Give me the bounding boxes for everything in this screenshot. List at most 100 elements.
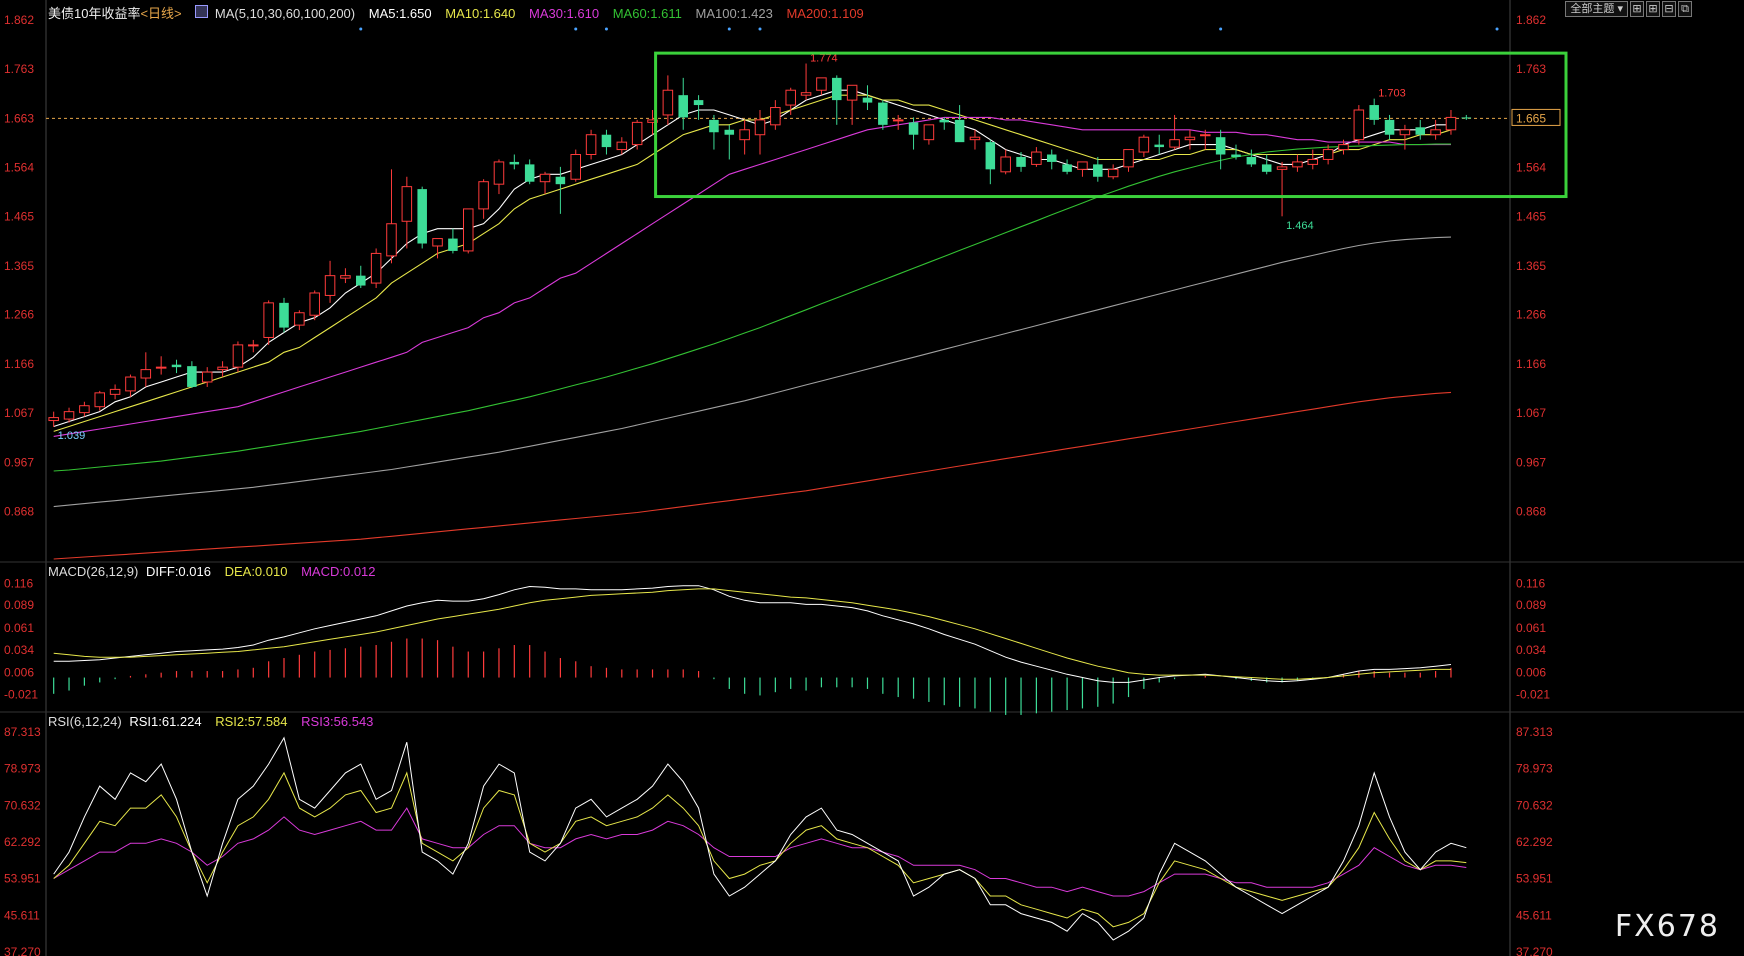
ma10-value: MA10:1.640 — [445, 6, 516, 21]
ma30-value: MA30:1.610 — [528, 6, 600, 21]
macd-left-tick-label: 0.116 — [4, 576, 33, 590]
top-toolbar: 全部主题 ▾ ⊞ ⊞ ⊟ ⧉ — [1565, 1, 1692, 17]
macd-header: MACD(26,12,9) DIFF:0.016 DEA:0.010 MACD:… — [48, 564, 386, 579]
main-left-tick-label: 0.868 — [4, 505, 34, 519]
macd-left-tick-label: 0.061 — [4, 621, 34, 635]
candle-body — [601, 134, 612, 148]
rsi-right-tick-label: 87.313 — [1516, 725, 1553, 739]
candle-body — [324, 275, 336, 296]
main-right-tick-label: 1.067 — [1516, 406, 1546, 420]
event-marker — [1495, 27, 1499, 31]
indicator-settings-icon[interactable] — [195, 5, 209, 18]
ma100-value: MA100:1.423 — [695, 6, 773, 21]
candle-body — [693, 100, 704, 106]
candle-body — [1384, 119, 1395, 135]
candle-body — [1246, 156, 1257, 165]
main-right-tick-label: 1.266 — [1516, 308, 1546, 322]
candle-body — [217, 366, 228, 371]
candle-body — [1123, 149, 1134, 168]
candle-body — [770, 107, 781, 126]
ma100-line — [53, 236, 1452, 508]
candle-body — [846, 84, 858, 101]
candle-body — [125, 376, 136, 392]
main-right-tick-label: 0.868 — [1516, 505, 1546, 519]
zoom-in-icon[interactable]: ⊞ — [1646, 1, 1660, 17]
candle-body — [555, 176, 566, 185]
candle-body — [263, 302, 274, 338]
candle-body — [386, 223, 397, 257]
candle-body — [985, 142, 996, 170]
main-left-tick-label: 1.166 — [4, 357, 34, 371]
candle-body — [1031, 151, 1042, 165]
macd-value: MACD:0.012 — [301, 564, 376, 579]
candle-body — [524, 164, 535, 182]
candle-body — [493, 161, 505, 185]
rsi2-value: RSI2:57.584 — [215, 714, 288, 729]
macd-left-tick-label: -0.021 — [4, 688, 38, 702]
candle-body — [1445, 116, 1457, 131]
macd-right-tick-label: 0.006 — [1516, 666, 1546, 680]
candle-body — [48, 417, 59, 422]
macd-dea-line — [53, 588, 1451, 680]
main-right-tick-label: 1.365 — [1516, 259, 1546, 273]
main-right-tick-label: 1.166 — [1516, 357, 1546, 371]
rsi1-line — [53, 736, 1467, 941]
candle-body — [539, 173, 551, 183]
event-marker — [758, 27, 762, 31]
candle-body — [1016, 156, 1026, 167]
ma60-value: MA60:1.611 — [612, 6, 682, 21]
watermark-logo: FX678 — [1614, 909, 1720, 944]
rsi-left-tick-label: 87.313 — [4, 725, 41, 739]
start-low-annotation: 1.039 — [58, 430, 86, 442]
ma5-value: MA5:1.650 — [368, 6, 432, 21]
candle-body — [1276, 166, 1288, 170]
macd-diff: DIFF:0.016 — [145, 564, 211, 579]
grid-icon[interactable]: ⊞ — [1630, 1, 1644, 17]
rsi2-line — [53, 771, 1467, 928]
macd-diff-line — [53, 585, 1452, 683]
main-left-tick-label: 1.266 — [4, 308, 34, 322]
theme-dropdown[interactable]: 全部主题 ▾ — [1565, 1, 1628, 17]
macd-right-tick-label: 0.034 — [1516, 643, 1546, 657]
candle-body — [709, 119, 719, 133]
current-price-label: 1.665 — [1516, 111, 1546, 125]
macd-right-tick-label: -0.021 — [1516, 688, 1550, 702]
rsi-left-tick-label: 53.951 — [4, 872, 41, 886]
candle-body — [754, 119, 766, 136]
rsi3-value: RSI3:56.543 — [301, 714, 374, 729]
macd-left-tick-label: 0.089 — [4, 598, 34, 612]
candle-body — [878, 102, 888, 125]
candle-body — [832, 77, 842, 101]
event-marker — [604, 27, 608, 31]
candle-body — [816, 77, 827, 91]
main-header: 美债10年收益率<日线> MA(5,10,30,60,100,200) MA5:… — [48, 3, 874, 22]
zoom-out-icon[interactable]: ⊟ — [1662, 1, 1676, 17]
low-annotation: 1.464 — [1286, 220, 1314, 232]
candle-body — [401, 186, 413, 222]
main-left-tick-label: 1.067 — [4, 406, 34, 420]
main-right-tick-label: 1.763 — [1516, 62, 1546, 76]
candle-body — [370, 252, 382, 284]
ma10-line — [53, 94, 1452, 432]
candle-body — [570, 154, 582, 180]
event-marker — [359, 27, 363, 31]
candle-body — [1200, 134, 1211, 137]
candle-body — [908, 122, 919, 135]
candle-body — [1369, 105, 1379, 120]
candle-body — [248, 344, 259, 347]
fullscreen-icon[interactable]: ⧉ — [1678, 1, 1692, 17]
macd-left-tick-label: 0.006 — [4, 666, 34, 680]
rsi-right-tick-label: 78.973 — [1516, 762, 1553, 776]
candle-body — [724, 129, 735, 135]
candle-body — [923, 124, 935, 141]
event-marker — [727, 27, 731, 31]
rsi-right-tick-label: 45.611 — [1516, 908, 1552, 922]
rsi1-value: RSI1:61.224 — [129, 714, 202, 729]
rsi-right-tick-label: 62.292 — [1516, 835, 1553, 849]
rsi-left-tick-label: 37.270 — [4, 945, 41, 956]
rsi-left-tick-label: 62.292 — [4, 835, 41, 849]
candle-body — [1077, 161, 1088, 170]
event-marker — [574, 27, 578, 31]
candle-body — [892, 119, 904, 122]
main-right-tick-label: 1.564 — [1516, 160, 1546, 174]
